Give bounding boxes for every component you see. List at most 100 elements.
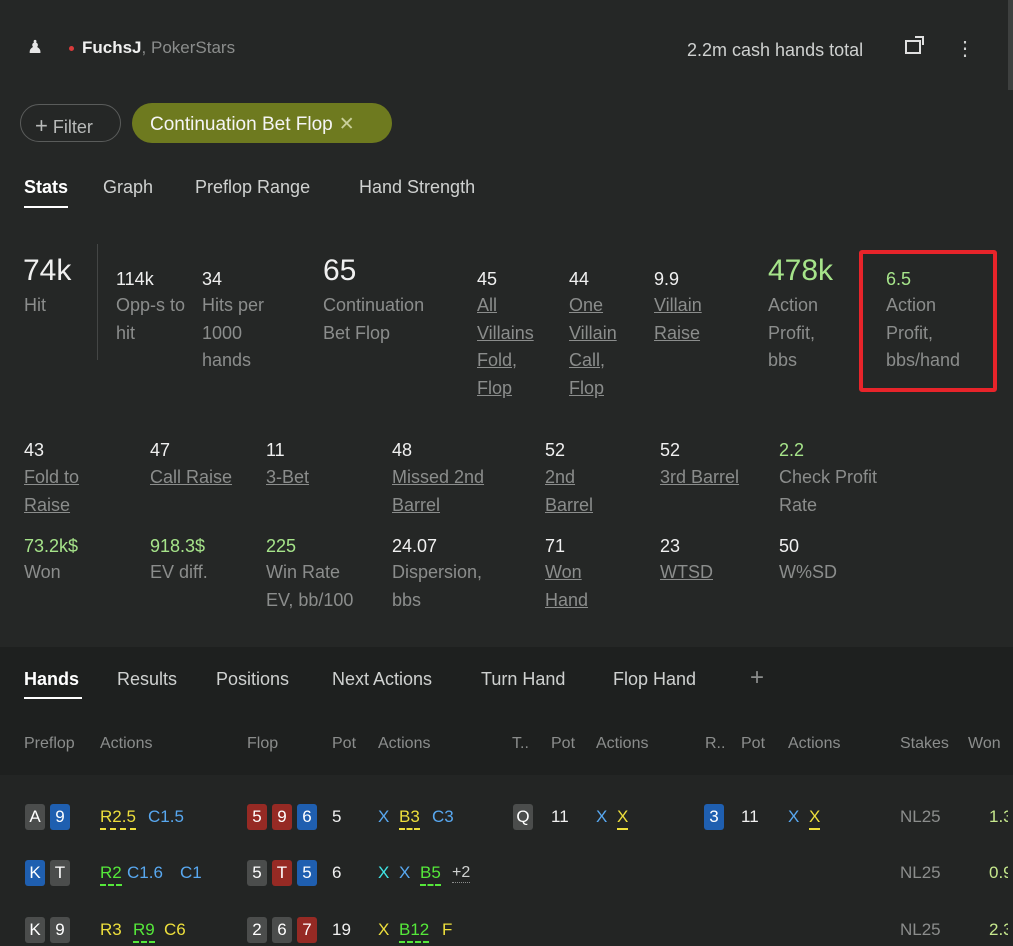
col-pre-actions[interactable]: Actions [100, 735, 152, 753]
tab-graph[interactable]: Graph [103, 177, 153, 198]
flop-action: F [442, 920, 453, 939]
tab-results[interactable]: Results [117, 669, 177, 690]
tab-turn-hand[interactable]: Turn Hand [481, 669, 565, 690]
stat-missed-2nd-barrel-value: 48 [392, 440, 413, 460]
player-name[interactable]: FuchsJ, PokerStars [82, 38, 235, 58]
tab-hands[interactable]: Hands [24, 669, 79, 690]
status-dot [69, 46, 74, 51]
board-card: T [272, 860, 292, 886]
col-stakes[interactable]: Stakes [900, 735, 949, 753]
stat-won-hand-link[interactable]: Won Hand [545, 559, 595, 614]
board-card: 9 [272, 804, 292, 830]
board-card: 6 [272, 917, 292, 943]
flop-action: X [378, 863, 390, 882]
flop-more-actions[interactable]: +2 [452, 864, 471, 883]
stat-3bet-link[interactable]: 3-Bet [266, 464, 309, 492]
board-card: 3 [704, 804, 724, 830]
stat-won-hand-value: 71 [545, 536, 566, 556]
col-flop[interactable]: Flop [247, 735, 278, 753]
col-river-pot[interactable]: Pot [741, 735, 765, 753]
scrollbar[interactable] [1008, 0, 1013, 90]
more-vertical-icon[interactable]: ⋮ [955, 36, 975, 61]
stat-3bet-value: 11 [266, 440, 285, 460]
stat-win-rate-label: Win Rate EV, bb/100 [266, 562, 354, 610]
board-card: Q [513, 804, 533, 830]
stat-ev-diff-value: 918.3$ [150, 536, 206, 556]
col-river[interactable]: R.. [705, 735, 725, 753]
col-turn-actions[interactable]: Actions [596, 735, 648, 753]
tab-next-actions[interactable]: Next Actions [332, 669, 432, 690]
stat-check-profit-label: Check Profit Rate [779, 467, 878, 515]
preflop-action: C1.5 [148, 807, 184, 826]
filter-chip[interactable]: Continuation Bet Flop ✕ [132, 103, 392, 143]
hole-card: 9 [50, 804, 70, 830]
stakes: NL25 [900, 920, 941, 939]
stat-wtsd-link[interactable]: WTSD [660, 559, 713, 587]
col-river-actions[interactable]: Actions [788, 735, 840, 753]
close-icon[interactable]: ✕ [339, 114, 355, 135]
col-won[interactable]: Won [968, 735, 1001, 753]
stat-one-call-link[interactable]: One Villain Call, Flop [569, 292, 629, 402]
stat-2nd-barrel-value: 52 [545, 440, 566, 460]
stat-3rd-barrel-link[interactable]: 3rd Barrel [660, 464, 739, 492]
hole-card: T [50, 860, 70, 886]
board-card: 5 [247, 804, 267, 830]
stat-3rd-barrel-value: 52 [660, 440, 681, 460]
stat-villain-raise-link[interactable]: Villain Raise [654, 292, 714, 347]
open-external-icon[interactable] [905, 36, 924, 54]
add-tab-icon[interactable]: + [750, 664, 764, 692]
stat-win-rate-value: 225 [266, 536, 297, 556]
turn-pot: 11 [551, 807, 569, 826]
stat-2nd-barrel-link[interactable]: 2nd Barrel [545, 464, 605, 519]
board-card: 7 [297, 917, 317, 943]
divider [97, 244, 98, 360]
flop-pot: 6 [332, 863, 342, 882]
active-tab-indicator [24, 206, 68, 208]
col-turn[interactable]: T.. [512, 735, 529, 753]
preflop-action: R9 [133, 920, 155, 943]
stat-fold-to-raise-value: 43 [24, 440, 45, 460]
stakes: NL25 [900, 807, 941, 826]
preflop-action: C1.6 [127, 863, 163, 882]
preflop-action: R3 [100, 920, 122, 939]
tab-flop-hand[interactable]: Flop Hand [613, 669, 696, 690]
user-switch-icon[interactable]: ♟ [27, 37, 43, 58]
stat-call-raise-link[interactable]: Call Raise [150, 464, 232, 492]
plus-icon: + [35, 113, 48, 138]
stat-won-value: 73.2k$ [24, 536, 79, 556]
flop-action: X [378, 807, 390, 826]
preflop-action: C6 [164, 920, 186, 939]
river-action: X [788, 807, 800, 826]
stat-hits-per-1000-value: 34 [202, 269, 223, 289]
tab-stats[interactable]: Stats [24, 177, 68, 198]
stat-missed-2nd-barrel-link[interactable]: Missed 2nd Barrel [392, 464, 502, 519]
col-turn-pot[interactable]: Pot [551, 735, 575, 753]
flop-action: X [399, 863, 411, 882]
board-card: 2 [247, 917, 267, 943]
col-preflop[interactable]: Preflop [24, 735, 75, 753]
stat-ev-diff-label: EV diff. [150, 562, 208, 582]
col-flop-actions[interactable]: Actions [378, 735, 430, 753]
stat-cbet-label: Continuation Bet Flop [323, 295, 425, 343]
tab-positions[interactable]: Positions [216, 669, 289, 690]
stat-wsd-label: W%SD [779, 562, 837, 582]
col-flop-pot[interactable]: Pot [332, 735, 356, 753]
active-tab-indicator [24, 697, 82, 699]
tab-hand-strength[interactable]: Hand Strength [359, 177, 475, 198]
stat-hit-label: Hit [24, 295, 46, 315]
hole-card: 9 [50, 917, 70, 943]
stat-all-fold-link[interactable]: All Villains Fold, Flop [477, 292, 547, 402]
hole-card: A [25, 804, 45, 830]
stat-fold-to-raise-link[interactable]: Fold to Raise [24, 464, 94, 519]
add-filter-button[interactable]: + Filter [20, 104, 121, 142]
stat-hit-value: 74k [23, 254, 72, 287]
preflop-action: C1 [180, 863, 202, 882]
header: ♟ FuchsJ, PokerStars 2.2m cash hands tot… [0, 0, 1013, 90]
flop-action: B3 [399, 807, 420, 830]
tab-preflop-range[interactable]: Preflop Range [195, 177, 310, 198]
hole-card: K [25, 860, 45, 886]
preflop-action: R2 [100, 863, 122, 886]
flop-action: X [378, 920, 390, 939]
board-card: 6 [297, 804, 317, 830]
flop-action: C3 [432, 807, 454, 826]
